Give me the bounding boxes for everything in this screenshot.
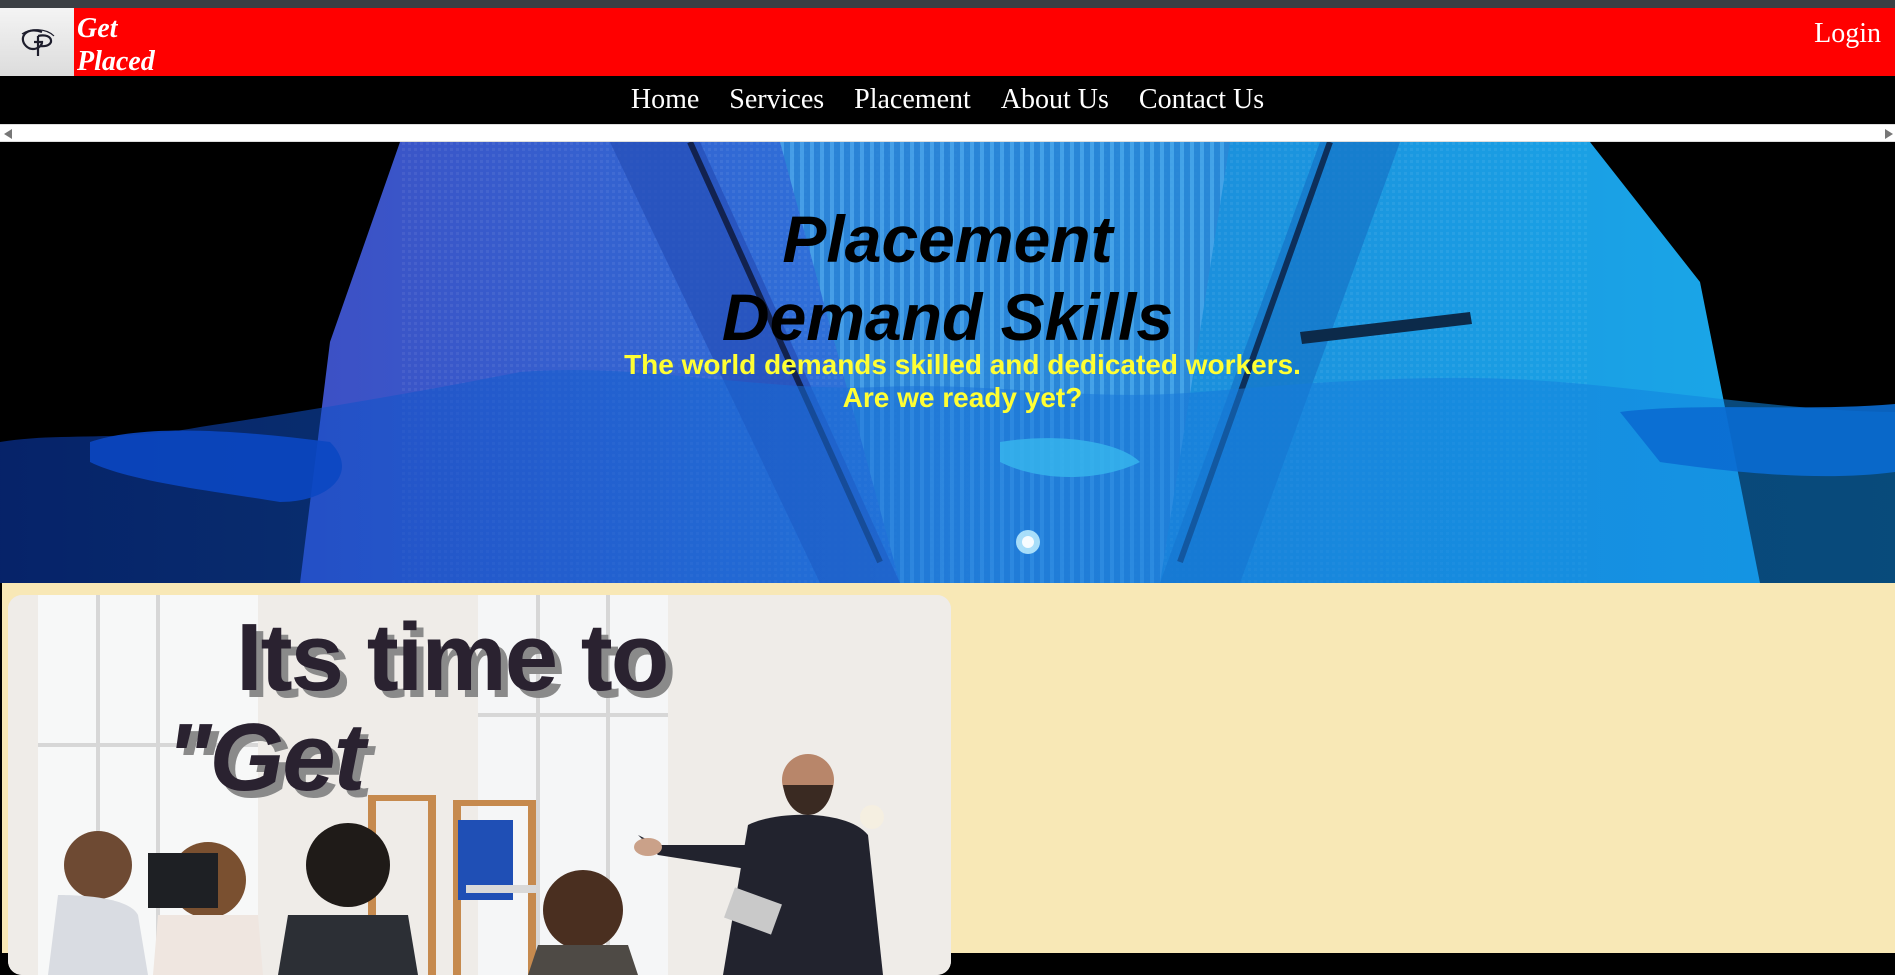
promo-heading-line-2: "Get <box>166 704 366 811</box>
brand-name[interactable]: Get Placed <box>77 12 155 78</box>
hero-banner: Placement Demand Skills The world demand… <box>0 142 1895 583</box>
site-logo[interactable] <box>0 8 74 76</box>
nav-about-us[interactable]: About Us <box>1001 84 1109 116</box>
content-section: Its time to "Get <box>2 583 1895 975</box>
hero-title-line-2: Demand Skills <box>721 280 1174 354</box>
nav-services[interactable]: Services <box>729 84 824 116</box>
brand-line-1: Get <box>77 13 118 44</box>
gp-monogram-icon <box>21 29 55 56</box>
scroll-left-arrow-icon[interactable] <box>4 129 12 139</box>
browser-top-strip <box>0 0 1895 8</box>
login-link[interactable]: Login <box>1814 18 1881 50</box>
hero-subtitle: The world demands skilled and dedicated … <box>0 348 1895 414</box>
scroll-right-arrow-icon[interactable] <box>1885 129 1893 139</box>
main-nav: Home Services Placement About Us Contact… <box>0 76 1895 124</box>
brand-line-2: Placed <box>77 46 155 77</box>
hero-title-line-1: Placement <box>782 202 1113 276</box>
hero-subtitle-line-1: The world demands skilled and dedicated … <box>624 349 1301 380</box>
hero-title: Placement Demand Skills <box>0 200 1895 356</box>
nav-contact-us[interactable]: Contact Us <box>1139 84 1264 116</box>
marquee-scrollbar[interactable] <box>0 124 1895 142</box>
promo-image-card: Its time to "Get <box>8 595 951 975</box>
hero-subtitle-line-2: Are we ready yet? <box>842 382 1083 413</box>
promo-heading-line-1: Its time to <box>236 604 669 711</box>
site-header: Get Placed Login <box>0 8 1895 78</box>
nav-placement[interactable]: Placement <box>854 84 971 116</box>
nav-home[interactable]: Home <box>631 84 699 116</box>
